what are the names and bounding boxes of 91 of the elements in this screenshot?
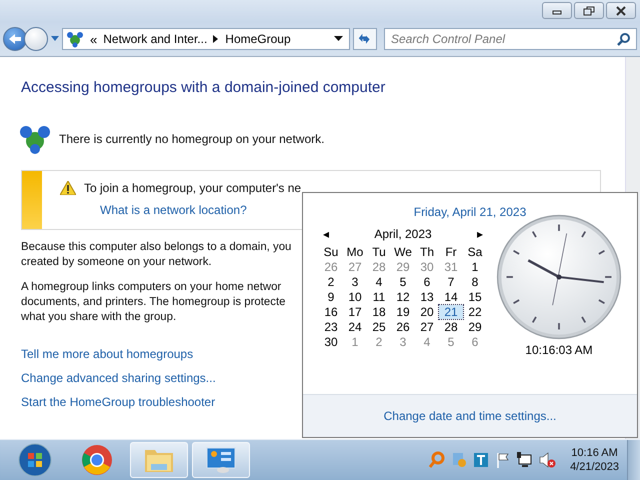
network-icon[interactable] (516, 451, 534, 469)
calendar-day[interactable]: 3 (391, 335, 415, 349)
calendar-day[interactable]: 6 (463, 335, 487, 349)
weekday-label: Mo (346, 245, 364, 259)
refresh-button[interactable] (353, 28, 377, 50)
calendar-day[interactable]: 27 (415, 320, 439, 334)
restore-button[interactable] (574, 2, 604, 19)
calendar-day[interactable]: 25 (367, 320, 391, 334)
next-month-button[interactable]: ▸ (473, 227, 487, 241)
clock-time: 10:16 AM (571, 447, 618, 459)
weekday-label: Fr (444, 245, 458, 259)
weekday-label: Sa (466, 245, 484, 259)
description-paragraph: Because this computer also belongs to a domain, you created by someone on your network. (21, 240, 292, 270)
calendar-day[interactable]: 4 (415, 335, 439, 349)
windows-orb-icon (18, 443, 52, 477)
weekday-label: Th (418, 245, 435, 259)
calendar-day[interactable]: 3 (343, 275, 367, 289)
page-heading: Accessing homegroups with a domain-joined computer (21, 79, 386, 96)
calendar-day[interactable]: 30 (415, 260, 439, 274)
date-time-settings-link[interactable]: Change date and time settings... (384, 409, 556, 423)
calendar-day[interactable]: 2 (319, 275, 343, 289)
calendar-day[interactable]: 22 (463, 305, 487, 319)
weekday-label: We (393, 245, 413, 259)
address-bar[interactable]: « Network and Inter... HomeGroup (62, 28, 350, 50)
calendar-day[interactable]: 28 (367, 260, 391, 274)
clock-time: 10:16:03 AM (525, 343, 593, 357)
calendar-day[interactable]: 24 (343, 320, 367, 334)
calendar-day[interactable]: 20 (415, 305, 439, 319)
forward-button[interactable] (24, 27, 48, 51)
calendar-day[interactable]: 4 (367, 275, 391, 289)
long-date-link[interactable]: Friday, April 21, 2023 (303, 205, 637, 219)
minimize-button[interactable] (542, 2, 572, 19)
breadcrumb-arrow-icon[interactable] (213, 35, 220, 43)
calendar-day[interactable]: 9 (319, 290, 343, 304)
calendar-day[interactable]: 18 (367, 305, 391, 319)
calendar-day[interactable]: 13 (415, 290, 439, 304)
calendar-day[interactable]: 26 (319, 260, 343, 274)
homegroup-icon (19, 124, 51, 154)
browser-icon (81, 444, 113, 476)
breadcrumb-overflow[interactable]: « (90, 32, 98, 46)
back-button[interactable] (3, 27, 27, 51)
text-tool-icon[interactable] (472, 451, 490, 469)
calendar-day[interactable]: 15 (463, 290, 487, 304)
calendar-day[interactable]: 27 (343, 260, 367, 274)
restore-icon (582, 6, 596, 16)
calendar-day[interactable]: 6 (415, 275, 439, 289)
calendar-day[interactable]: 7 (439, 275, 463, 289)
calendar-day[interactable]: 21 (439, 305, 463, 319)
back-arrow-icon (8, 33, 22, 45)
previous-month-button[interactable]: ◂ (319, 227, 333, 241)
calendar-day[interactable]: 11 (367, 290, 391, 304)
calendar-day[interactable]: 14 (439, 290, 463, 304)
calendar-day[interactable]: 1 (463, 260, 487, 274)
calendar-day[interactable]: 30 (319, 335, 343, 349)
warning-stripe (22, 171, 42, 229)
calendar-day[interactable]: 26 (391, 320, 415, 334)
muted-speaker-icon[interactable] (538, 451, 556, 469)
control-panel-icon (205, 446, 237, 474)
calendar-day[interactable]: 10 (343, 290, 367, 304)
taskbar-clock[interactable]: 10:16 AM 4/21/2023 (570, 447, 619, 473)
breadcrumb-item[interactable]: Network and Inter... (103, 32, 208, 46)
search-field[interactable]: Search Control Panel (384, 28, 637, 50)
taskbar-button[interactable] (192, 442, 250, 478)
close-button[interactable] (606, 2, 636, 19)
description-paragraph: A homegroup links computers on your home networ documents, and printers. The homegroup is protecte what you share with the group. (21, 280, 286, 325)
calendar-day[interactable]: 23 (319, 320, 343, 334)
status-text: There is currently no homegroup on your network. (59, 132, 324, 146)
warning-icon (60, 181, 76, 195)
calendar-day[interactable]: 5 (439, 335, 463, 349)
calendar-day[interactable]: 17 (343, 305, 367, 319)
close-icon (614, 6, 628, 16)
dropdown-caret-icon[interactable] (334, 36, 343, 42)
month-title: April, 2023 (374, 227, 432, 241)
calendar-day[interactable]: 8 (463, 275, 487, 289)
calendar-day[interactable]: 2 (367, 335, 391, 349)
calendar-day[interactable]: 12 (391, 290, 415, 304)
warning-text: To join a homegroup, your computer's ne (84, 181, 302, 195)
breadcrumb-item[interactable]: HomeGroup (225, 32, 291, 46)
calendar-day[interactable]: 31 (439, 260, 463, 274)
calendar-day[interactable]: 29 (463, 320, 487, 334)
weekday-label: Tu (371, 245, 387, 259)
weekday-label: Su (322, 245, 340, 259)
calendar-day[interactable]: 16 (319, 305, 343, 319)
calendar-day[interactable]: 28 (439, 320, 463, 334)
calendar-day[interactable]: 29 (391, 260, 415, 274)
clock-date: 4/21/2023 (570, 461, 619, 473)
calendar-day[interactable]: 5 (391, 275, 415, 289)
network-location-link[interactable]: What is a network location? (100, 203, 302, 217)
search-icon (617, 32, 631, 46)
calendar-day[interactable]: 1 (343, 335, 367, 349)
calendar-day[interactable]: 19 (391, 305, 415, 319)
